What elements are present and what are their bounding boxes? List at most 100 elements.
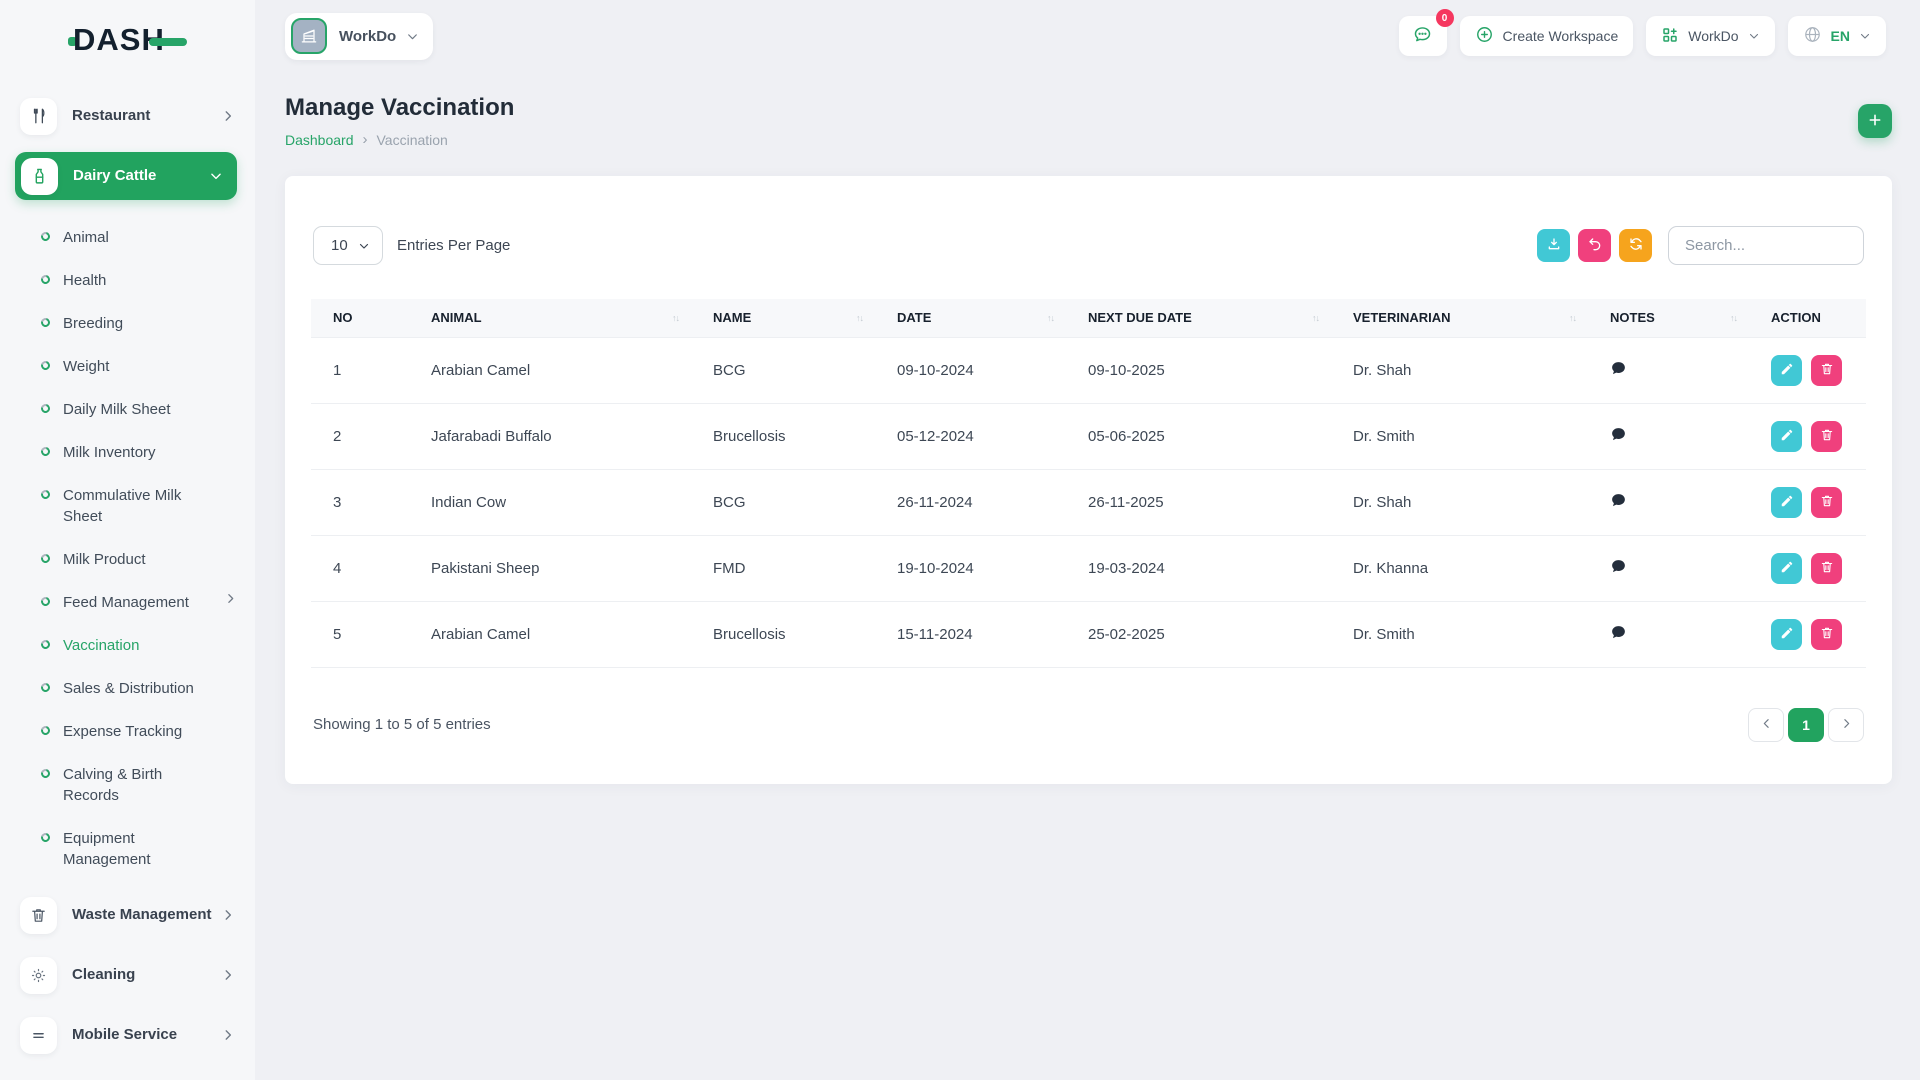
- cell-action: [1749, 535, 1866, 602]
- column-header-animal[interactable]: ANIMAL ↑↓: [409, 299, 691, 337]
- sort-icon[interactable]: ↑↓: [856, 313, 864, 323]
- delete-button[interactable]: [1811, 420, 1842, 452]
- sidebar-item-vaccination[interactable]: Vaccination: [0, 624, 255, 667]
- bullet-icon: [39, 402, 52, 415]
- bullet-icon: [39, 359, 52, 372]
- sidebar-item-label: Vaccination: [63, 637, 140, 654]
- note-bubble-icon[interactable]: [1610, 558, 1627, 575]
- create-workspace-button[interactable]: Create Workspace: [1459, 16, 1634, 56]
- sidebar-item-health[interactable]: Health: [0, 259, 255, 302]
- bullet-icon: [39, 595, 52, 608]
- cell-veterinarian: Dr. Shah: [1331, 336, 1588, 404]
- sidebar-item-commulative-milk-sheet[interactable]: Commulative Milk Sheet: [0, 474, 255, 538]
- sidebar-item-label: Calving & Birth Records: [63, 766, 163, 804]
- sidebar-item-calving-birth-records[interactable]: Calving & Birth Records: [0, 753, 255, 817]
- column-header-date[interactable]: DATE ↑↓: [875, 299, 1066, 337]
- sidebar-item-equipment-management[interactable]: Equipment Management: [0, 817, 255, 881]
- cell-no: 2: [311, 403, 409, 470]
- column-header-name[interactable]: NAME ↑↓: [691, 299, 875, 337]
- chevron-right-icon: [221, 968, 235, 982]
- sort-icon[interactable]: ↑↓: [672, 313, 680, 323]
- column-header-notes[interactable]: NOTES ↑↓: [1588, 299, 1749, 337]
- workdo-menu-button[interactable]: WorkDo: [1646, 16, 1775, 56]
- sort-icon[interactable]: ↑↓: [1047, 313, 1055, 323]
- sidebar-item-sales-distribution[interactable]: Sales & Distribution: [0, 667, 255, 710]
- sidebar-item-label: Milk Inventory: [63, 444, 156, 461]
- sidebar-item-milk-inventory[interactable]: Milk Inventory: [0, 431, 255, 474]
- column-header-next-due-date[interactable]: NEXT DUE DATE ↑↓: [1066, 299, 1331, 337]
- refresh-button[interactable]: [1619, 229, 1652, 262]
- cell-date: 26-11-2024: [875, 469, 1066, 536]
- table-row: 3 Indian Cow BCG 26-11-2024 26-11-2025 D…: [311, 469, 1866, 536]
- reset-button[interactable]: [1578, 229, 1611, 262]
- pencil-icon: [1780, 626, 1794, 643]
- add-vaccination-button[interactable]: [1858, 104, 1892, 138]
- delete-button[interactable]: [1811, 354, 1842, 386]
- delete-button[interactable]: [1811, 552, 1842, 584]
- search-input[interactable]: [1668, 226, 1864, 265]
- export-button[interactable]: [1537, 229, 1570, 262]
- edit-button[interactable]: [1771, 354, 1802, 386]
- bullet-icon: [39, 273, 52, 286]
- sidebar-item-restaurant[interactable]: Restaurant: [0, 92, 255, 140]
- plus-circle-icon: [1475, 25, 1494, 47]
- sidebar-item-label: Breeding: [63, 315, 124, 332]
- cleaning-icon: [20, 956, 57, 994]
- sort-icon[interactable]: ↑↓: [1730, 313, 1738, 323]
- note-bubble-icon[interactable]: [1610, 360, 1627, 377]
- cell-notes: [1588, 336, 1749, 404]
- brand-logo[interactable]: DASH: [68, 22, 255, 58]
- sort-icon[interactable]: ↑↓: [1312, 313, 1320, 323]
- sidebar-item-cleaning[interactable]: Cleaning: [0, 951, 255, 999]
- delete-button[interactable]: [1811, 486, 1842, 518]
- next-page-button[interactable]: [1828, 707, 1864, 742]
- chat-icon: [1412, 24, 1433, 48]
- edit-button[interactable]: [1771, 420, 1802, 452]
- note-bubble-icon[interactable]: [1610, 492, 1627, 509]
- sidebar-item-feed-management[interactable]: Feed Management: [0, 581, 255, 624]
- sort-icon[interactable]: ↑↓: [1569, 313, 1577, 323]
- sidebar-item-mobile-service[interactable]: Mobile Service: [0, 1011, 255, 1059]
- sidebar-item-daily-milk-sheet[interactable]: Daily Milk Sheet: [0, 388, 255, 431]
- sidebar-item-animal[interactable]: Animal: [0, 216, 255, 259]
- cell-no: 4: [311, 535, 409, 602]
- column-header-veterinarian[interactable]: VETERINARIAN ↑↓: [1331, 299, 1588, 337]
- sidebar-item-breeding[interactable]: Breeding: [0, 302, 255, 345]
- page-title: Manage Vaccination: [285, 94, 515, 121]
- entries-per-page-select[interactable]: 10: [313, 226, 383, 265]
- sidebar-item-expense-tracking[interactable]: Expense Tracking: [0, 710, 255, 753]
- sidebar-item-label: Weight: [63, 358, 110, 375]
- chevron-right-icon: [221, 1028, 235, 1042]
- messages-button[interactable]: 0: [1398, 9, 1454, 56]
- sidebar-item-milk-product[interactable]: Milk Product: [0, 538, 255, 581]
- messages-badge: 0: [1435, 9, 1454, 27]
- delete-button[interactable]: [1811, 618, 1842, 650]
- dairy-cattle-submenu: Animal Health Breeding Weight Daily Milk…: [0, 216, 255, 881]
- sidebar-item-label: Health: [63, 272, 107, 289]
- sidebar-item-label: Daily Milk Sheet: [63, 401, 171, 418]
- sidebar-item-label: Equipment Management: [63, 830, 151, 868]
- download-icon: [1546, 236, 1562, 255]
- sidebar-item-dairy-cattle[interactable]: Dairy Cattle: [15, 152, 237, 200]
- bullet-icon: [39, 488, 52, 501]
- edit-button[interactable]: [1771, 618, 1802, 650]
- edit-button[interactable]: [1771, 552, 1802, 584]
- sidebar-item-label: Animal: [63, 229, 109, 246]
- language-button[interactable]: EN: [1787, 16, 1886, 56]
- cell-notes: [1588, 535, 1749, 602]
- edit-button[interactable]: [1771, 486, 1802, 518]
- sidebar-item-label: Commulative Milk Sheet: [63, 487, 182, 525]
- sidebar: DASH Restaurant Dairy Cattle Animal Heal…: [0, 0, 255, 1080]
- page-number-button[interactable]: 1: [1788, 707, 1824, 742]
- previous-page-button[interactable]: [1748, 707, 1784, 742]
- note-bubble-icon[interactable]: [1610, 624, 1627, 641]
- cell-animal: Jafarabadi Buffalo: [409, 403, 691, 470]
- sidebar-item-weight[interactable]: Weight: [0, 345, 255, 388]
- sidebar-item-waste-management[interactable]: Waste Management: [0, 891, 255, 939]
- cell-next-due-date: 19-03-2024: [1066, 535, 1331, 602]
- sidebar-item-label: Milk Product: [63, 551, 146, 568]
- refresh-icon: [1628, 236, 1644, 255]
- breadcrumb-dashboard-link[interactable]: Dashboard: [285, 132, 354, 148]
- note-bubble-icon[interactable]: [1610, 426, 1627, 443]
- workspace-selector[interactable]: WorkDo: [285, 12, 434, 60]
